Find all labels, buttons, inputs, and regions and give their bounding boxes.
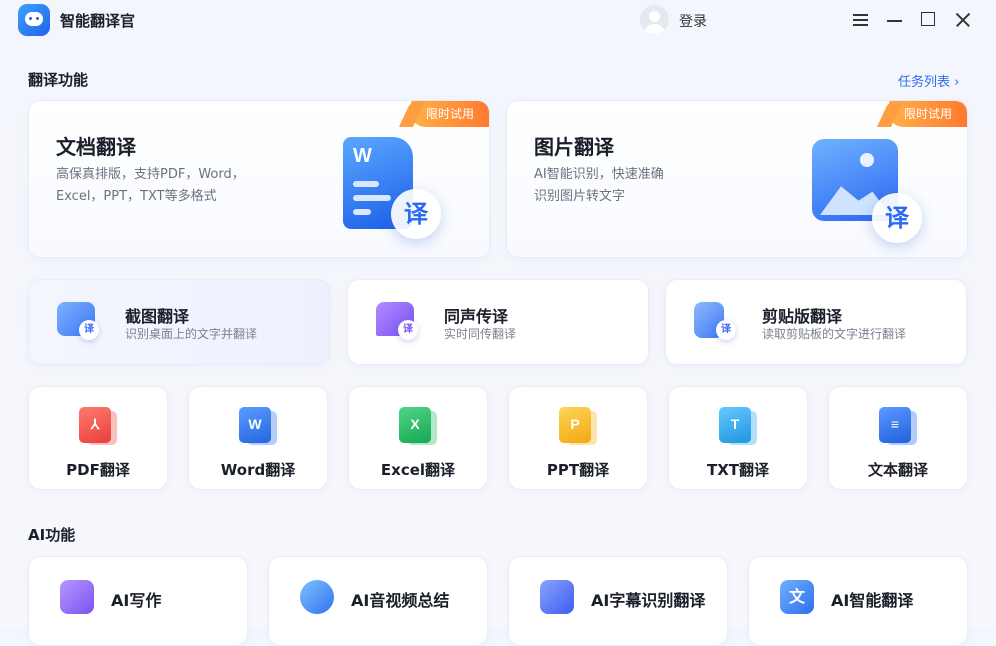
screenshot-icon: 译	[57, 302, 99, 342]
task-list-link[interactable]: 任务列表 ›	[898, 71, 959, 90]
subtitle-icon	[540, 580, 574, 614]
pdf-translate-card[interactable]: ⅄ PDF翻译	[28, 386, 168, 490]
desc-line: 高保真排版，支持PDF，Word，	[56, 167, 245, 182]
trial-ribbon: 限时试用	[411, 101, 489, 127]
card-label: AI音视频总结	[351, 591, 450, 610]
screenshot-translate-card[interactable]: 译 截图翻译 识别桌面上的文字并翻译	[28, 279, 330, 365]
txt-icon: T	[719, 407, 757, 447]
minimize-icon[interactable]	[883, 8, 907, 32]
image-icon: 译	[812, 139, 932, 249]
translate-badge: 译	[872, 193, 922, 243]
menu-icon[interactable]	[849, 8, 873, 32]
media-icon	[300, 580, 334, 614]
card-subtitle: 实时同传翻译	[444, 327, 517, 341]
card-label: TXT翻译	[706, 461, 770, 479]
clipboard-icon: 译	[694, 302, 736, 342]
ppt-icon: P	[559, 407, 597, 447]
section-title-ai: AI功能	[28, 526, 76, 544]
card-subtitle: 识别桌面上的文字并翻译	[125, 327, 258, 341]
app-logo-icon	[18, 4, 50, 36]
card-label: Word翻译	[220, 461, 296, 479]
close-icon[interactable]	[951, 8, 975, 32]
card-description: AI智能识别，快速准确 识别图片转文字	[534, 164, 664, 208]
card-label: PPT翻译	[546, 461, 610, 479]
pen-icon	[60, 580, 94, 614]
simultaneous-interpretation-card[interactable]: 译 同声传译 实时同传翻译	[347, 279, 649, 365]
card-subtitle: 读取剪贴板的文字进行翻译	[762, 327, 907, 341]
word-document-icon: W 译	[343, 137, 453, 247]
card-title: 文档翻译	[56, 135, 136, 159]
card-label: 文本翻译	[867, 461, 928, 479]
ai-smart-translate-card[interactable]: 文 AI智能翻译	[748, 556, 968, 646]
badge: 译	[398, 320, 418, 340]
clipboard-translate-card[interactable]: 译 剪贴版翻译 读取剪贴板的文字进行翻译	[665, 279, 967, 365]
pdf-icon: ⅄	[79, 407, 117, 447]
card-title: 截图翻译	[125, 307, 190, 326]
card-label: Excel翻译	[380, 461, 456, 479]
trial-ribbon: 限时试用	[889, 101, 967, 127]
text-list-icon: ≡	[879, 407, 917, 447]
card-label: AI字幕识别翻译	[591, 591, 706, 610]
translate-icon: 文	[780, 580, 814, 614]
excel-icon: X	[399, 407, 437, 447]
desc-line: 识别图片转文字	[534, 189, 626, 204]
voice-icon: 译	[376, 302, 418, 342]
word-icon: W	[239, 407, 277, 447]
avatar[interactable]	[640, 5, 669, 34]
card-label: PDF翻译	[66, 461, 130, 479]
app-title: 智能翻译官	[60, 12, 136, 30]
word-translate-card[interactable]: W Word翻译	[188, 386, 328, 490]
card-title: 剪贴版翻译	[762, 307, 843, 326]
section-title-translate: 翻译功能	[28, 71, 89, 89]
ai-subtitle-card[interactable]: AI字幕识别翻译	[508, 556, 728, 646]
excel-translate-card[interactable]: X Excel翻译	[348, 386, 488, 490]
ai-av-summary-card[interactable]: AI音视频总结	[268, 556, 488, 646]
desc-line: Excel，PPT，TXT等多格式	[56, 189, 217, 204]
translate-badge: 译	[391, 189, 441, 239]
text-translate-card[interactable]: ≡ 文本翻译	[828, 386, 968, 490]
badge: 译	[716, 320, 736, 340]
ppt-translate-card[interactable]: P PPT翻译	[508, 386, 648, 490]
badge: 译	[79, 320, 99, 340]
title-bar: 智能翻译官 登录	[0, 0, 996, 42]
card-description: 高保真排版，支持PDF，Word， Excel，PPT，TXT等多格式	[56, 164, 245, 208]
image-translate-card[interactable]: 限时试用 图片翻译 AI智能识别，快速准确 识别图片转文字 译	[506, 100, 968, 258]
card-label: AI智能翻译	[831, 591, 914, 610]
card-label: AI写作	[111, 591, 162, 610]
card-title: 同声传译	[444, 307, 509, 326]
maximize-icon[interactable]	[917, 8, 941, 32]
card-title: 图片翻译	[534, 135, 614, 159]
login-link[interactable]: 登录	[679, 11, 707, 31]
ai-writing-card[interactable]: AI写作	[28, 556, 248, 646]
doc-letter: W	[353, 145, 372, 167]
desc-line: AI智能识别，快速准确	[534, 167, 664, 182]
document-translate-card[interactable]: 限时试用 文档翻译 高保真排版，支持PDF，Word， Excel，PPT，TX…	[28, 100, 490, 258]
txt-translate-card[interactable]: T TXT翻译	[668, 386, 808, 490]
